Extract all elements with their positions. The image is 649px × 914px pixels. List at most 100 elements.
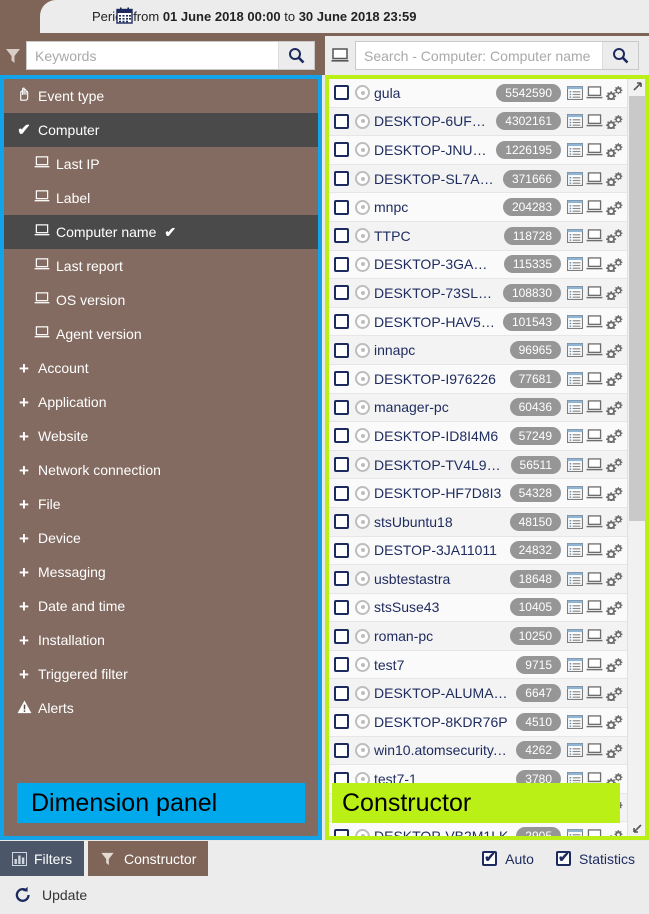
row-radio[interactable]	[355, 714, 370, 730]
details-list-icon[interactable]	[567, 600, 583, 615]
computer-icon[interactable]	[586, 200, 603, 214]
row-checkbox[interactable]	[334, 171, 349, 187]
details-list-icon[interactable]	[567, 829, 583, 836]
dimension-item-installation[interactable]: + Installation	[4, 623, 318, 657]
row-checkbox[interactable]	[334, 742, 349, 758]
computer-icon[interactable]	[586, 114, 603, 128]
computer-icon[interactable]	[586, 286, 603, 300]
row-radio[interactable]	[355, 571, 370, 587]
row-checkbox[interactable]	[334, 399, 349, 415]
row-checkbox[interactable]	[334, 714, 349, 730]
row-checkbox[interactable]	[334, 485, 349, 501]
row-radio[interactable]	[355, 256, 370, 272]
gears-icon[interactable]	[606, 571, 623, 587]
gears-icon[interactable]	[606, 343, 623, 358]
dimension-item-alerts[interactable]: Alerts	[4, 691, 318, 725]
dimension-item-website[interactable]: + Website	[4, 419, 318, 453]
dimension-item-messaging[interactable]: + Messaging	[4, 555, 318, 589]
computer-row[interactable]: DESKTOP-HF7D8I3 54328	[329, 479, 627, 508]
details-list-icon[interactable]	[567, 114, 583, 129]
computer-row[interactable]: DESKTOP-73SLHQE 108830	[329, 279, 627, 308]
row-checkbox[interactable]	[334, 314, 349, 330]
details-list-icon[interactable]	[567, 714, 583, 729]
computer-row[interactable]: test7 9715	[329, 650, 627, 680]
gears-icon[interactable]	[606, 142, 623, 158]
row-checkbox[interactable]	[334, 256, 349, 272]
computer-search-box[interactable]	[355, 41, 639, 70]
gears-icon[interactable]	[606, 371, 623, 387]
keywords-input[interactable]	[27, 42, 278, 69]
keywords-search-button[interactable]	[278, 42, 314, 69]
gears-icon[interactable]	[606, 743, 623, 758]
gears-icon[interactable]	[606, 543, 623, 558]
row-radio[interactable]	[355, 514, 370, 530]
details-list-icon[interactable]	[567, 543, 583, 558]
details-list-icon[interactable]	[567, 371, 583, 386]
gears-icon[interactable]	[606, 714, 623, 730]
row-radio[interactable]	[355, 113, 370, 129]
details-list-icon[interactable]	[567, 457, 583, 472]
scroll-down-arrow[interactable]	[628, 819, 645, 836]
computer-row[interactable]: usbtestastra 18648	[329, 565, 627, 594]
details-list-icon[interactable]	[567, 686, 583, 701]
computer-icon[interactable]	[586, 229, 603, 243]
computer-icon[interactable]	[586, 314, 603, 329]
row-radio[interactable]	[355, 457, 370, 473]
computer-icon[interactable]	[586, 343, 603, 357]
computer-icon[interactable]	[586, 514, 603, 529]
dimension-item-event-type[interactable]: Event type	[4, 79, 318, 113]
computer-row[interactable]: DESKTOP-3GAQN… 115335	[329, 250, 627, 280]
row-checkbox[interactable]	[334, 285, 349, 301]
computer-row[interactable]: DESKTOP-6UFK… 4302161	[329, 107, 627, 137]
details-list-icon[interactable]	[567, 257, 583, 272]
gears-icon[interactable]	[606, 428, 623, 444]
row-checkbox[interactable]	[334, 428, 349, 444]
computer-row[interactable]: DESKTOP-ID8I4M6 57249	[329, 422, 627, 451]
row-radio[interactable]	[355, 657, 370, 673]
row-checkbox[interactable]	[334, 342, 349, 358]
computer-icon[interactable]	[586, 572, 603, 586]
computer-row[interactable]: mnpc 204283	[329, 193, 627, 222]
details-list-icon[interactable]	[567, 200, 583, 215]
details-list-icon[interactable]	[567, 314, 583, 329]
dimension-item-last-report[interactable]: Last report	[4, 249, 318, 283]
row-radio[interactable]	[355, 142, 370, 158]
computer-icon[interactable]	[586, 743, 603, 757]
computer-row[interactable]: gula 5542590	[329, 79, 627, 108]
gears-icon[interactable]	[606, 285, 623, 301]
dimension-item-file[interactable]: + File	[4, 487, 318, 521]
dimension-item-device[interactable]: + Device	[4, 521, 318, 555]
gears-icon[interactable]	[606, 114, 623, 129]
row-radio[interactable]	[355, 228, 370, 244]
computer-row[interactable]: DESTOP-3JA11011 24832	[329, 536, 627, 566]
row-radio[interactable]	[355, 371, 370, 387]
computer-icon[interactable]	[586, 400, 603, 414]
row-radio[interactable]	[355, 85, 370, 101]
row-radio[interactable]	[355, 542, 370, 558]
dimension-item-label[interactable]: Label	[4, 181, 318, 215]
dimension-item-os-version[interactable]: OS version	[4, 283, 318, 317]
details-list-icon[interactable]	[567, 571, 583, 586]
details-list-icon[interactable]	[567, 171, 583, 186]
gears-icon[interactable]	[606, 600, 623, 615]
computer-row[interactable]: DESKTOP-ALUMAPL 6647	[329, 679, 627, 709]
statistics-checkbox[interactable]	[555, 849, 571, 866]
computer-row[interactable]: DESKTOP-JNUR… 1226195	[329, 136, 627, 165]
row-radio[interactable]	[355, 685, 370, 701]
gears-icon[interactable]	[606, 829, 623, 836]
dimension-item-last-ip[interactable]: Last IP	[4, 147, 318, 181]
row-radio[interactable]	[355, 399, 370, 415]
row-radio[interactable]	[355, 628, 370, 644]
keywords-search-box[interactable]	[26, 41, 315, 70]
computer-icon[interactable]	[586, 86, 603, 100]
dimension-item-network-connection[interactable]: + Network connection	[4, 453, 318, 487]
computer-search-button[interactable]	[602, 42, 638, 69]
computer-row[interactable]: TTPC 118728	[329, 221, 627, 251]
details-list-icon[interactable]	[567, 486, 583, 501]
gears-icon[interactable]	[606, 400, 623, 415]
computer-row[interactable]: DESKTOP-I976226 77681	[329, 364, 627, 394]
row-checkbox[interactable]	[334, 828, 349, 836]
row-radio[interactable]	[355, 171, 370, 187]
details-list-icon[interactable]	[567, 657, 583, 672]
computer-row[interactable]: DESKTOP-8KDR76P 4510	[329, 708, 627, 737]
